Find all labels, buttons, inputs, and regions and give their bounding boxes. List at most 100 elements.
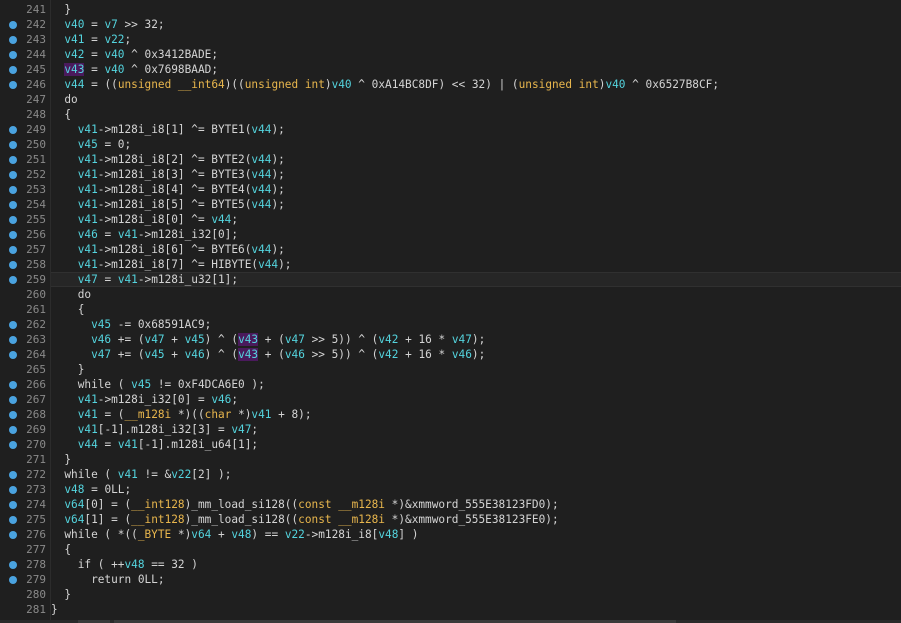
highlighted-variable-token[interactable]: v43 <box>238 348 259 361</box>
variable-token[interactable]: v42 <box>378 333 398 346</box>
variable-token[interactable]: v47 <box>452 333 472 346</box>
gutter-row[interactable]: 278 <box>0 557 50 572</box>
gutter-row[interactable]: 279 <box>0 572 50 587</box>
breakpoint-dot-icon[interactable] <box>9 381 17 389</box>
code-line[interactable]: if ( ++v48 == 32 ) <box>51 557 901 572</box>
code-line[interactable]: v47 += (v45 + v46) ^ (v43 + (v46 >> 5)) … <box>51 347 901 362</box>
code-line[interactable]: return 0LL; <box>51 572 901 587</box>
variable-token[interactable]: v44 <box>211 213 231 226</box>
variable-token[interactable]: v41 <box>78 168 98 181</box>
breakpoint-dot-icon[interactable] <box>9 321 17 329</box>
variable-token[interactable]: v40 <box>332 78 352 91</box>
gutter-row[interactable]: 260 <box>0 287 50 302</box>
highlighted-variable-token[interactable]: v43 <box>64 63 85 76</box>
breakpoint-dot-icon[interactable] <box>9 516 17 524</box>
variable-token[interactable]: v46 <box>78 228 98 241</box>
breakpoint-dot-icon[interactable] <box>9 501 17 509</box>
variable-token[interactable]: v45 <box>131 378 151 391</box>
gutter-row[interactable]: 259 <box>0 272 50 287</box>
code-line[interactable]: v41[-1].m128i_i32[3] = v47; <box>51 422 901 437</box>
gutter-row[interactable]: 248 <box>0 107 50 122</box>
variable-token[interactable]: v45 <box>185 333 205 346</box>
variable-token[interactable]: v64 <box>64 498 84 511</box>
variable-token[interactable]: v44 <box>64 78 84 91</box>
code-line[interactable]: v44 = v41[-1].m128i_u64[1]; <box>51 437 901 452</box>
code-line[interactable]: do <box>51 287 901 302</box>
gutter-row[interactable]: 257 <box>0 242 50 257</box>
variable-token[interactable]: v41 <box>251 408 271 421</box>
gutter-row[interactable]: 246 <box>0 77 50 92</box>
variable-token[interactable]: v41 <box>118 228 138 241</box>
variable-token[interactable]: v41 <box>78 153 98 166</box>
variable-token[interactable]: v7 <box>104 18 117 31</box>
breakpoint-dot-icon[interactable] <box>9 51 17 59</box>
variable-token[interactable]: v44 <box>251 168 271 181</box>
gutter-row[interactable]: 262 <box>0 317 50 332</box>
breakpoint-dot-icon[interactable] <box>9 246 17 254</box>
code-line[interactable]: while ( v45 != 0xF4DCA6E0 ); <box>51 377 901 392</box>
variable-token[interactable]: v64 <box>64 513 84 526</box>
code-line[interactable]: v41->m128i_i8[2] ^= BYTE2(v44); <box>51 152 901 167</box>
variable-token[interactable]: v47 <box>285 333 305 346</box>
variable-token[interactable]: v48 <box>64 483 84 496</box>
gutter-row[interactable]: 241 <box>0 2 50 17</box>
breakpoint-dot-icon[interactable] <box>9 156 17 164</box>
variable-token[interactable]: v22 <box>104 33 124 46</box>
variable-token[interactable]: v41 <box>78 123 98 136</box>
variable-token[interactable]: v40 <box>104 48 124 61</box>
breakpoint-dot-icon[interactable] <box>9 576 17 584</box>
variable-token[interactable]: v44 <box>258 258 278 271</box>
code-line[interactable]: v41->m128i_i8[3] ^= BYTE3(v44); <box>51 167 901 182</box>
gutter-row[interactable]: 270 <box>0 437 50 452</box>
code-line[interactable]: v46 = v41->m128i_i32[0]; <box>51 227 901 242</box>
code-line[interactable]: } <box>51 2 901 17</box>
gutter-row[interactable]: 251 <box>0 152 50 167</box>
breakpoint-dot-icon[interactable] <box>9 426 17 434</box>
code-line[interactable]: v48 = 0LL; <box>51 482 901 497</box>
code-line[interactable]: v42 = v40 ^ 0x3412BADE; <box>51 47 901 62</box>
gutter-row[interactable]: 247 <box>0 92 50 107</box>
code-line[interactable]: v43 = v40 ^ 0x7698BAAD; <box>51 62 901 77</box>
code-line[interactable]: v41->m128i_i8[5] ^= BYTE5(v44); <box>51 197 901 212</box>
gutter-row[interactable]: 249 <box>0 122 50 137</box>
gutter-row[interactable]: 243 <box>0 32 50 47</box>
code-line[interactable]: v46 += (v47 + v45) ^ (v43 + (v47 >> 5)) … <box>51 332 901 347</box>
variable-token[interactable]: v47 <box>91 348 111 361</box>
variable-token[interactable]: v47 <box>231 423 251 436</box>
code-line[interactable]: v41->m128i_i8[4] ^= BYTE4(v44); <box>51 182 901 197</box>
gutter-row[interactable]: 263 <box>0 332 50 347</box>
gutter-row[interactable]: 266 <box>0 377 50 392</box>
variable-token[interactable]: v45 <box>91 318 111 331</box>
code-line[interactable]: v41 = v22; <box>51 32 901 47</box>
code-line[interactable]: v45 -= 0x68591AC9; <box>51 317 901 332</box>
variable-token[interactable]: v41 <box>78 258 98 271</box>
gutter-row[interactable]: 281 <box>0 602 50 617</box>
gutter-row[interactable]: 276 <box>0 527 50 542</box>
gutter-row[interactable]: 267 <box>0 392 50 407</box>
breakpoint-dot-icon[interactable] <box>9 276 17 284</box>
gutter-row[interactable]: 272 <box>0 467 50 482</box>
gutter-row[interactable]: 253 <box>0 182 50 197</box>
code-line[interactable]: v41->m128i_i8[7] ^= HIBYTE(v44); <box>51 257 901 272</box>
variable-token[interactable]: v41 <box>78 183 98 196</box>
variable-token[interactable]: v41 <box>64 33 84 46</box>
variable-token[interactable]: v44 <box>251 243 271 256</box>
variable-token[interactable]: v48 <box>378 528 398 541</box>
variable-token[interactable]: v47 <box>145 333 165 346</box>
breakpoint-dot-icon[interactable] <box>9 411 17 419</box>
variable-token[interactable]: v44 <box>251 153 271 166</box>
gutter-row[interactable]: 271 <box>0 452 50 467</box>
variable-token[interactable]: v41 <box>118 273 138 286</box>
breakpoint-dot-icon[interactable] <box>9 261 17 269</box>
variable-token[interactable]: v47 <box>78 273 98 286</box>
code-line[interactable]: } <box>51 452 901 467</box>
code-line-current[interactable]: v47 = v41->m128i_u32[1]; <box>51 272 901 287</box>
gutter-row[interactable]: 252 <box>0 167 50 182</box>
variable-token[interactable]: v44 <box>251 183 271 196</box>
breakpoint-dot-icon[interactable] <box>9 81 17 89</box>
breakpoint-dot-icon[interactable] <box>9 201 17 209</box>
breakpoint-dot-icon[interactable] <box>9 126 17 134</box>
variable-token[interactable]: v41 <box>78 393 98 406</box>
variable-token[interactable]: v46 <box>211 393 231 406</box>
variable-token[interactable]: v41 <box>118 468 138 481</box>
